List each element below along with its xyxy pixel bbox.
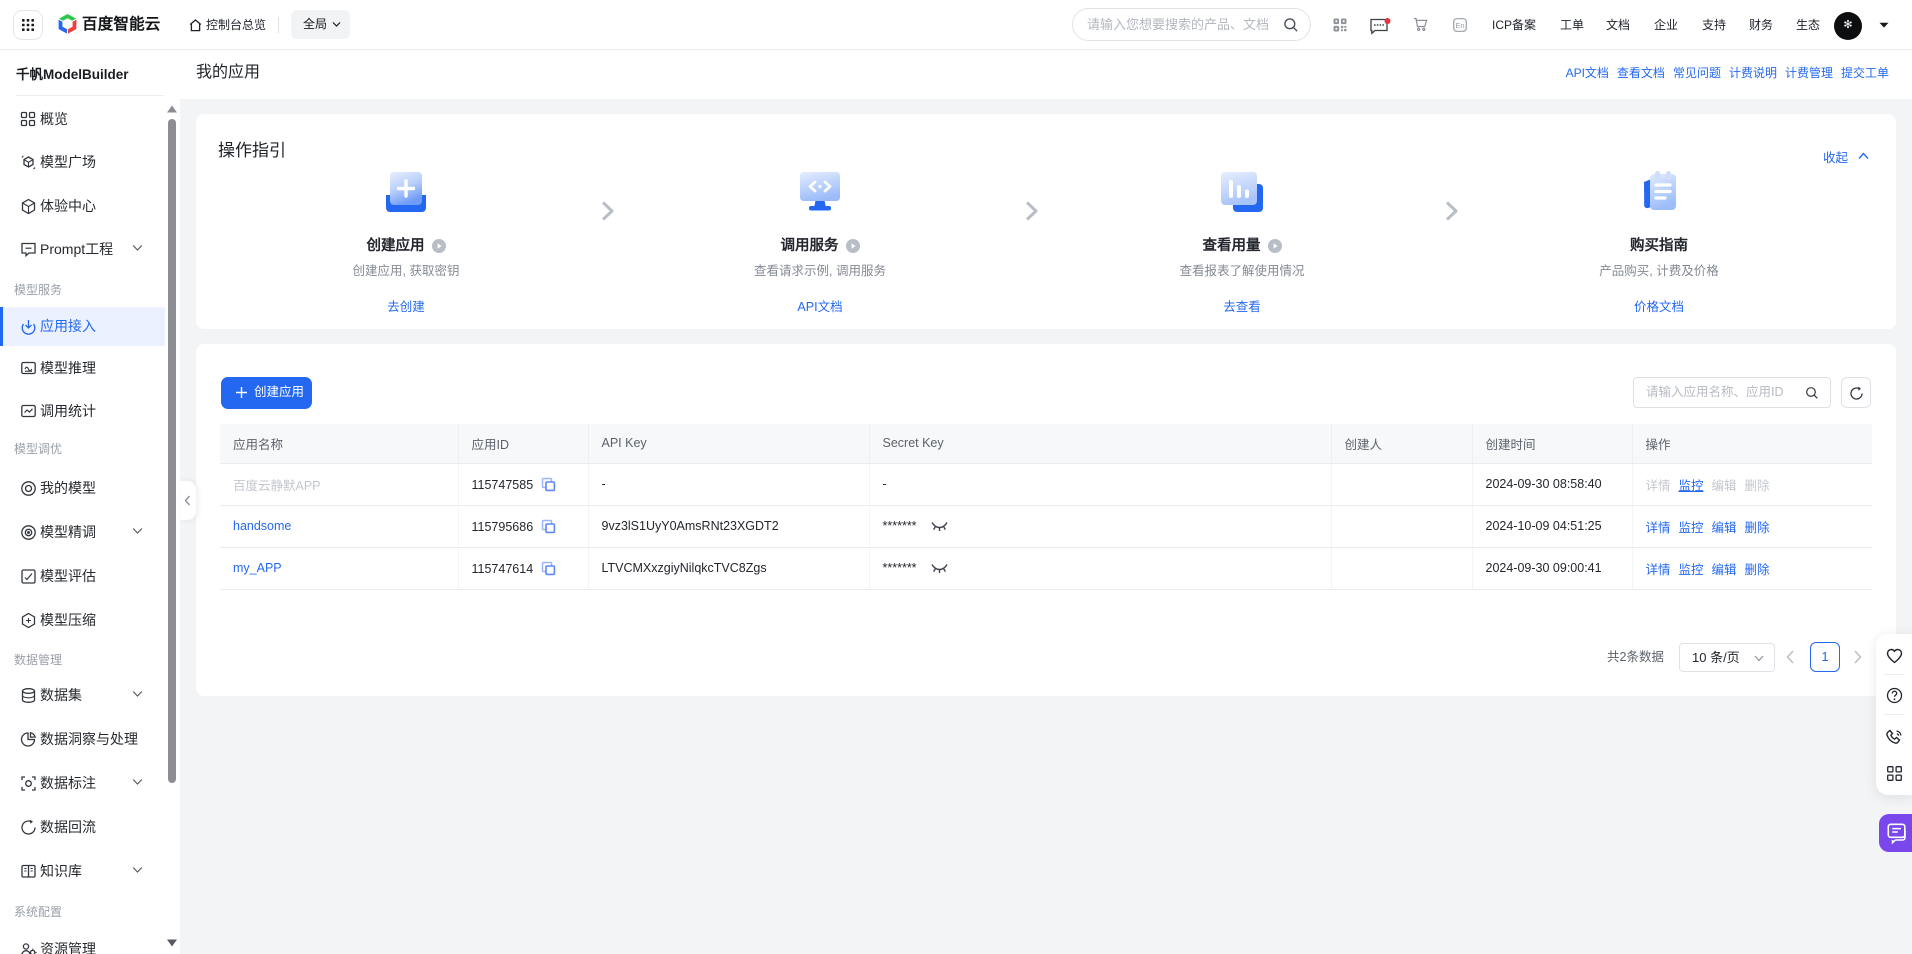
svg-text:En: En	[1455, 21, 1464, 30]
